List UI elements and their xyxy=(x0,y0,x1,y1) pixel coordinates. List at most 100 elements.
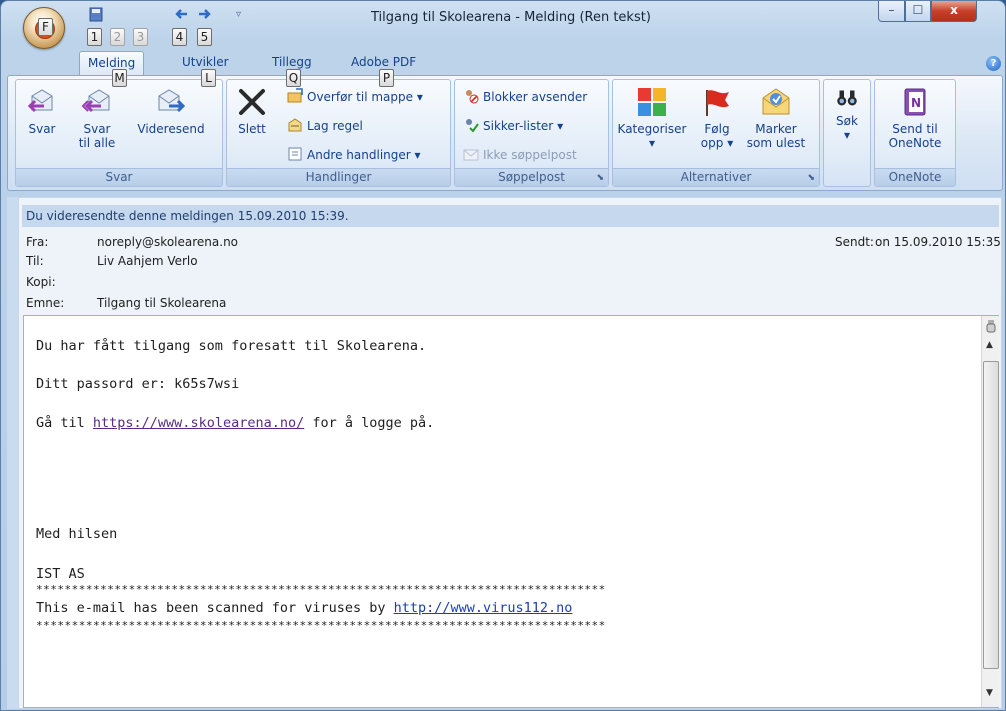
from-value[interactable]: noreply@skolearena.no xyxy=(97,235,238,249)
hand-tool-icon[interactable] xyxy=(985,319,997,333)
chevron-down-icon: ▾ xyxy=(843,128,851,142)
body-company: IST AS xyxy=(36,566,85,582)
group-alternativer-label: Alternativer xyxy=(613,168,819,186)
qat-keytip-4[interactable]: 4 xyxy=(172,28,187,46)
safe-lists-icon xyxy=(466,119,479,133)
delete-x-icon xyxy=(239,89,265,115)
body-greeting: Med hilsen xyxy=(36,526,118,542)
flag-icon xyxy=(706,90,729,116)
qat-keytip-2[interactable]: 2 xyxy=(110,28,125,46)
not-junk-button[interactable]: Ikke søppelpost xyxy=(463,146,577,164)
help-icon[interactable]: ? xyxy=(986,56,1001,71)
group-onenote: N Send til OneNote OneNote xyxy=(874,79,956,187)
virus112-link[interactable]: http://www.virus112.no xyxy=(394,600,573,616)
ribbon: Svar Svar til alle Videresend Svar Slett… xyxy=(7,75,1003,191)
reply-icon xyxy=(27,89,53,113)
block-sender-button[interactable]: Blokker avsender xyxy=(463,88,587,106)
reply-label: Svar xyxy=(28,122,56,136)
tab-tillegg-keytip: Q xyxy=(286,69,301,87)
window-frame: F 1 2 3 4 5 ▿ Tilgang til Skolearena - M… xyxy=(0,0,1006,711)
not-junk-label: Ikke søppelpost xyxy=(483,148,577,162)
search-button[interactable]: Søk ▾ xyxy=(828,86,866,142)
customize-qat-icon[interactable]: ▿ xyxy=(236,9,241,20)
body-stars-bottom: ****************************************… xyxy=(36,619,606,632)
office-button-keytip: F xyxy=(38,18,53,36)
safe-lists-button[interactable]: Sikker-lister ▾ xyxy=(463,117,563,135)
scroll-up-icon[interactable]: ▲ xyxy=(986,340,993,350)
body-scan-line: This e-mail has been scanned for viruses… xyxy=(36,600,572,616)
body-line-password: Ditt passord er: k65s7wsi xyxy=(36,376,240,392)
reply-all-label-1: Svar xyxy=(83,122,111,136)
body-line-goto: Gå til https://www.skolearena.no/ for å … xyxy=(36,415,434,431)
save-icon[interactable] xyxy=(89,7,103,23)
info-bar[interactable]: Du videresendte denne meldingen 15.09.20… xyxy=(22,205,999,227)
group-onenote-label: OneNote xyxy=(875,168,955,186)
move-to-folder-button[interactable]: Overfør til mappe ▾ xyxy=(287,88,423,106)
mark-unread-icon xyxy=(762,88,790,115)
qat-keytip-3[interactable]: 3 xyxy=(133,28,148,46)
mark-unread-button[interactable]: Marker som ulest xyxy=(745,86,807,150)
tab-adobe-pdf-keytip: P xyxy=(379,69,394,87)
to-value[interactable]: Liv Aahjem Verlo xyxy=(97,254,198,268)
create-rule-label: Lag regel xyxy=(307,119,363,133)
create-rule-button[interactable]: Lag regel xyxy=(287,117,363,135)
sent-value: on 15.09.2010 15:35 xyxy=(875,235,1001,249)
previous-item-icon[interactable] xyxy=(173,7,189,21)
close-button[interactable]: x xyxy=(931,1,977,22)
sent-label: Sendt: xyxy=(835,235,874,249)
mark-unread-label-2: som ulest xyxy=(746,136,806,150)
safe-lists-label: Sikker-lister xyxy=(483,119,554,133)
chevron-down-icon: ▾ xyxy=(557,119,564,133)
forward-icon xyxy=(158,89,186,113)
forward-button[interactable]: Videresend xyxy=(132,86,210,136)
follow-up-button[interactable]: Følg opp ▾ xyxy=(697,86,737,150)
tab-melding-keytip: M xyxy=(112,69,127,87)
dialog-launcher-icon[interactable]: ⬊ xyxy=(807,173,815,183)
title-bar: F 1 2 3 4 5 ▿ Tilgang til Skolearena - M… xyxy=(1,1,1005,49)
group-search: Søk ▾ xyxy=(823,79,871,187)
group-soppelpost-label: Søppelpost xyxy=(455,168,608,186)
send-to-onenote-button[interactable]: N Send til OneNote xyxy=(881,86,949,150)
send-to-onenote-label-1: Send til xyxy=(892,122,938,136)
send-to-onenote-label-2: OneNote xyxy=(888,136,942,150)
maximize-button[interactable]: ☐ xyxy=(905,1,931,22)
group-handlinger: Slett Overfør til mappe ▾ Lag regel Andr… xyxy=(226,79,451,187)
scrollbar-thumb[interactable] xyxy=(983,361,999,669)
other-actions-button[interactable]: Andre handlinger ▾ xyxy=(287,146,421,164)
qat-keytip-5[interactable]: 5 xyxy=(197,28,212,46)
reply-button[interactable]: Svar xyxy=(22,86,62,136)
vertical-scrollbar[interactable]: ▲ ▼ xyxy=(981,316,999,707)
onenote-icon: N xyxy=(904,88,926,116)
to-label: Til: xyxy=(26,254,44,268)
body-line-access: Du har fått tilgang som foresatt til Sko… xyxy=(36,338,427,354)
forward-label: Videresend xyxy=(137,122,205,136)
group-svar: Svar Svar til alle Videresend Svar xyxy=(15,79,223,187)
tab-utvikler-keytip: L xyxy=(201,69,216,87)
next-item-icon[interactable] xyxy=(197,7,213,21)
message-area: Du videresendte denne meldingen 15.09.20… xyxy=(18,197,1002,709)
message-body[interactable]: Du har fått tilgang som foresatt til Sko… xyxy=(23,315,999,708)
window-title: Tilgang til Skolearena - Melding (Ren te… xyxy=(371,10,651,25)
skolearena-link[interactable]: https://www.skolearena.no/ xyxy=(93,415,304,431)
binoculars-icon xyxy=(837,90,857,106)
scroll-down-icon[interactable]: ▼ xyxy=(986,688,993,698)
not-junk-icon xyxy=(463,149,479,161)
subject-value: Tilgang til Skolearena xyxy=(97,296,227,310)
svg-text:N: N xyxy=(911,96,921,110)
qat-keytip-1[interactable]: 1 xyxy=(87,28,102,46)
categorize-button[interactable]: Kategoriser ▾ xyxy=(617,86,687,150)
group-alternativer: Kategoriser ▾ Følg opp ▾ Marker som ules… xyxy=(612,79,820,187)
delete-button[interactable]: Slett xyxy=(233,86,271,136)
dialog-launcher-icon[interactable]: ⬊ xyxy=(596,173,604,183)
left-edge xyxy=(7,197,18,709)
delete-label: Slett xyxy=(238,122,266,136)
minimize-button[interactable]: – xyxy=(878,1,905,22)
block-sender-icon xyxy=(466,90,479,104)
subject-label: Emne: xyxy=(26,296,65,310)
follow-up-label-1: Følg xyxy=(704,122,730,136)
reply-all-icon xyxy=(81,89,110,113)
other-actions-label: Andre handlinger xyxy=(307,148,411,162)
chevron-down-icon: ▾ xyxy=(727,136,734,150)
reply-all-button[interactable]: Svar til alle xyxy=(72,86,122,150)
group-handlinger-label: Handlinger xyxy=(227,168,450,186)
